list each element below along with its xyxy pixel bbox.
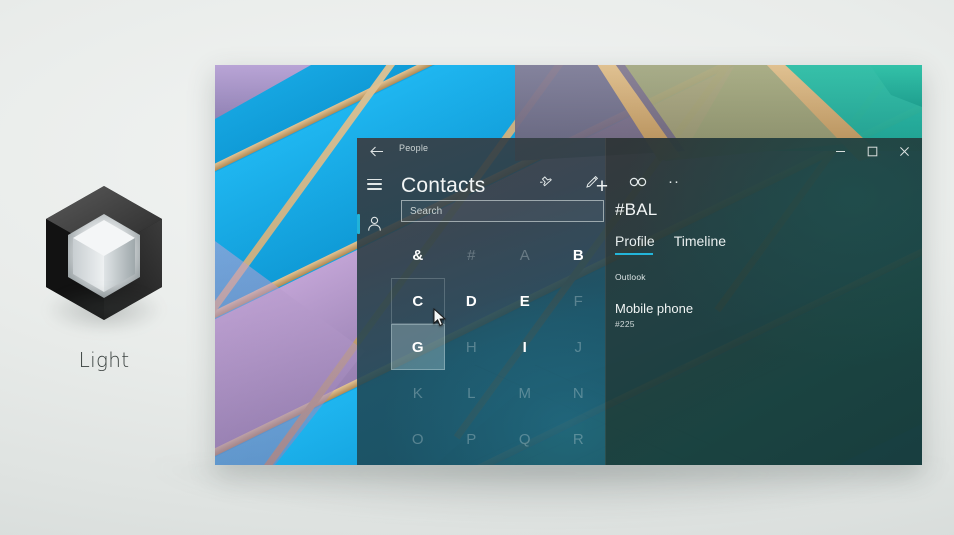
monitor-floor-shadow: [150, 462, 950, 522]
alpha-cell-h: H: [465, 338, 477, 356]
alpha-cell-p: P: [466, 430, 477, 448]
alpha-cell-k: K: [412, 384, 423, 402]
alpha-cell-l: L: [467, 384, 476, 402]
selection-indicator: [357, 214, 360, 234]
alpha-cell-e[interactable]: E: [498, 278, 552, 324]
pencil-edit-icon[interactable]: [575, 164, 609, 200]
account-source-label: Outlook: [615, 272, 646, 282]
hamburger-menu-icon: [366, 178, 382, 190]
alpha-cell-n: N: [572, 384, 584, 402]
alpha-cell-q: Q: [518, 430, 531, 448]
navigation-rail: [357, 164, 391, 465]
maximize-icon[interactable]: [857, 138, 888, 164]
back-arrow-glyph: [370, 146, 383, 156]
pin-icon[interactable]: [529, 164, 563, 200]
field-label-mobile-phone: Mobile phone: [615, 301, 694, 316]
command-bar: ··: [357, 164, 679, 200]
people-app-window: People Contacts + Search & # A B C D E F…: [357, 138, 922, 465]
alpha-cell-f: F: [573, 292, 583, 310]
alpha-cell-i[interactable]: I: [498, 324, 552, 370]
monitor-screen: People Contacts + Search & # A B C D E F…: [215, 65, 922, 465]
mouse-cursor: [433, 308, 446, 327]
search-placeholder: Search: [410, 205, 443, 217]
app-title: People: [399, 143, 429, 153]
alpha-cell-g[interactable]: G: [391, 324, 445, 370]
logo-label: Light: [78, 348, 130, 372]
back-arrow-icon[interactable]: [365, 141, 389, 161]
alphabet-jump-grid: & # A B C D E F G H I J K L M N O P Q R: [391, 232, 606, 448]
alpha-cell-b[interactable]: B: [552, 232, 606, 278]
sidebar-item-contacts[interactable]: [357, 204, 391, 244]
logo-drop-shadow: [44, 290, 164, 334]
close-icon[interactable]: [889, 138, 920, 164]
tab-profile[interactable]: Profile: [615, 233, 655, 255]
alpha-cell-hash: #: [467, 246, 476, 264]
hamburger-menu-button[interactable]: [357, 164, 391, 204]
window-titlebar: People: [357, 138, 922, 164]
alpha-cell-j: J: [574, 338, 583, 356]
detail-tabs: Profile Timeline: [615, 233, 726, 255]
contact-name: #BAL: [615, 200, 658, 219]
screenshot-stage: Light People Contacts + Search & # A B C…: [0, 0, 954, 535]
minimize-icon[interactable]: [825, 138, 856, 164]
light-theme-badge: Light: [36, 178, 172, 372]
tab-timeline[interactable]: Timeline: [674, 233, 726, 255]
alpha-cell-a: A: [519, 246, 530, 264]
alpha-cell-amp[interactable]: &: [391, 232, 445, 278]
search-input[interactable]: Search: [401, 200, 604, 222]
more-ellipsis-icon[interactable]: ··: [657, 164, 691, 200]
person-icon: [367, 216, 381, 231]
field-value-mobile-phone[interactable]: #225: [615, 319, 635, 329]
alpha-cell-r: R: [572, 430, 584, 448]
link-icon[interactable]: [621, 164, 655, 200]
alpha-cell-d[interactable]: D: [445, 278, 499, 324]
alpha-cell-o: O: [411, 430, 424, 448]
alpha-cell-m: M: [518, 384, 532, 402]
